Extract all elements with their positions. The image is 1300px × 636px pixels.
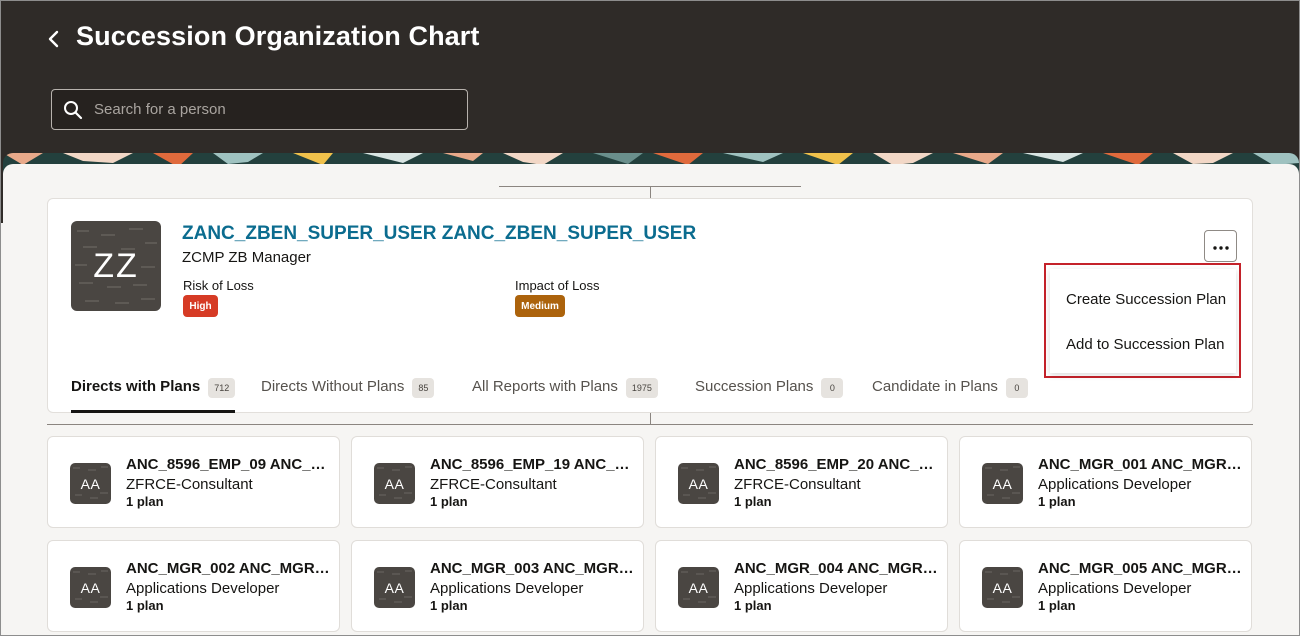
tab-directs-with-plans[interactable]: Directs with Plans 712 bbox=[71, 369, 236, 413]
tab-label: All Reports with Plans bbox=[472, 378, 618, 395]
report-plan-count: 1 plan bbox=[430, 494, 468, 509]
report-card[interactable]: AA ANC_8596_EMP_19 ANC_8596_EMP_19 ZFRCE-C… bbox=[351, 436, 644, 528]
report-plan-count: 1 plan bbox=[734, 494, 772, 509]
avatar-initials: ZZ bbox=[93, 246, 139, 285]
tab-count-badge: 712 bbox=[208, 378, 236, 398]
report-card[interactable]: AA ANC_MGR_005 ANC_MGR_005 Applications De… bbox=[959, 540, 1252, 632]
tab-count-badge: 0 bbox=[1005, 378, 1028, 398]
report-card[interactable]: AA ANC_MGR_001 ANC_MGR_001 Applications De… bbox=[959, 436, 1252, 528]
report-plan-count: 1 plan bbox=[430, 598, 468, 613]
tab-count-badge: 85 bbox=[412, 378, 435, 398]
report-plan-count: 1 plan bbox=[126, 598, 164, 613]
org-connector bbox=[650, 413, 651, 424]
report-card[interactable]: AA ANC_MGR_004 ANC_MGR_004 Applications De… bbox=[655, 540, 948, 632]
tab-candidate-in-plans[interactable]: Candidate in Plans 0 bbox=[872, 369, 1028, 413]
risk-of-loss-label: Risk of Loss bbox=[183, 278, 254, 293]
tab-count-badge: 0 bbox=[821, 378, 844, 398]
report-job-title: ZFRCE-Consultant bbox=[734, 476, 861, 493]
avatar-initials: AA bbox=[992, 475, 1013, 492]
report-card[interactable]: AA ANC_8596_EMP_20 ANC_8596_EMP_20 ZFRCE-C… bbox=[655, 436, 948, 528]
report-job-title: Applications Developer bbox=[1038, 580, 1192, 597]
report-job-title: Applications Developer bbox=[430, 580, 584, 597]
risk-of-loss-badge: High bbox=[183, 295, 218, 317]
avatar-initials: AA bbox=[992, 579, 1013, 596]
actions-menu-panel: Create Succession Plan Add to Succession… bbox=[1050, 269, 1236, 373]
tab-label: Candidate in Plans bbox=[872, 378, 998, 395]
report-name: ANC_MGR_004 ANC_MGR_004 bbox=[734, 560, 939, 577]
avatar: AA bbox=[70, 567, 111, 608]
report-plan-count: 1 plan bbox=[1038, 598, 1076, 613]
more-actions-button[interactable] bbox=[1204, 230, 1237, 262]
avatar: AA bbox=[70, 463, 111, 504]
search-input[interactable] bbox=[83, 90, 467, 129]
report-name: ANC_MGR_003 ANC_MGR_003 bbox=[430, 560, 635, 577]
avatar: AA bbox=[374, 567, 415, 608]
avatar-initials: AA bbox=[80, 579, 101, 596]
avatar: AA bbox=[982, 463, 1023, 504]
menu-item-add-to-succession-plan[interactable]: Add to Succession Plan bbox=[1050, 324, 1236, 364]
avatar-initials: AA bbox=[688, 579, 709, 596]
avatar: AA bbox=[982, 567, 1023, 608]
report-job-title: Applications Developer bbox=[126, 580, 280, 597]
chevron-left-icon[interactable] bbox=[43, 28, 65, 50]
tab-directs-without-plans[interactable]: Directs Without Plans 85 bbox=[261, 369, 435, 413]
report-name: ANC_MGR_001 ANC_MGR_001 bbox=[1038, 456, 1243, 473]
person-job-title: ZCMP ZB Manager bbox=[182, 249, 311, 266]
impact-of-loss-label: Impact of Loss bbox=[515, 278, 600, 293]
search-icon bbox=[63, 100, 83, 120]
tab-label: Directs Without Plans bbox=[261, 378, 405, 395]
tab-label: Succession Plans bbox=[695, 378, 814, 395]
avatar: AA bbox=[678, 567, 719, 608]
report-card[interactable]: AA ANC_8596_EMP_09 ANC_8596_EMP_09 ZFRCE-C… bbox=[47, 436, 340, 528]
person-name-link[interactable]: ZANC_ZBEN_SUPER_USER ZANC_ZBEN_SUPER_USE… bbox=[182, 223, 696, 245]
avatar-initials: AA bbox=[80, 475, 101, 492]
more-horizontal-icon bbox=[1212, 237, 1229, 255]
report-name: ANC_8596_EMP_09 ANC_8596_EMP_09 bbox=[126, 456, 331, 473]
avatar-initials: AA bbox=[688, 475, 709, 492]
avatar: AA bbox=[678, 463, 719, 504]
org-connector bbox=[47, 424, 1253, 425]
tab-succession-plans[interactable]: Succession Plans 0 bbox=[695, 369, 844, 413]
report-plan-count: 1 plan bbox=[1038, 494, 1076, 509]
tab-all-reports-with-plans[interactable]: All Reports with Plans 1975 bbox=[472, 369, 658, 413]
report-plan-count: 1 plan bbox=[734, 598, 772, 613]
actions-menu: Create Succession Plan Add to Succession… bbox=[1044, 263, 1241, 378]
report-job-title: ZFRCE-Consultant bbox=[126, 476, 253, 493]
report-name: ANC_8596_EMP_20 ANC_8596_EMP_20 bbox=[734, 456, 939, 473]
report-job-title: Applications Developer bbox=[734, 580, 888, 597]
tab-label: Directs with Plans bbox=[71, 378, 201, 395]
org-connector bbox=[650, 186, 651, 198]
avatar-initials: AA bbox=[384, 579, 405, 596]
report-card[interactable]: AA ANC_MGR_003 ANC_MGR_003 Applications De… bbox=[351, 540, 644, 632]
impact-of-loss-badge: Medium bbox=[515, 295, 565, 317]
page-title: Succession Organization Chart bbox=[76, 21, 480, 51]
tab-count-badge: 1975 bbox=[625, 378, 658, 398]
report-job-title: Applications Developer bbox=[1038, 476, 1192, 493]
report-card[interactable]: AA ANC_MGR_002 ANC_MGR_002 Applications De… bbox=[47, 540, 340, 632]
avatar: ZZ bbox=[71, 221, 161, 311]
report-name: ANC_MGR_002 ANC_MGR_002 bbox=[126, 560, 331, 577]
report-job-title: ZFRCE-Consultant bbox=[430, 476, 557, 493]
app-frame: Succession Organization Chart Search for… bbox=[0, 0, 1300, 636]
search-box[interactable] bbox=[51, 89, 468, 130]
report-name: ANC_8596_EMP_19 ANC_8596_EMP_19 bbox=[430, 456, 635, 473]
report-plan-count: 1 plan bbox=[126, 494, 164, 509]
menu-item-create-succession-plan[interactable]: Create Succession Plan bbox=[1050, 279, 1236, 319]
report-name: ANC_MGR_005 ANC_MGR_005 bbox=[1038, 560, 1243, 577]
avatar-initials: AA bbox=[384, 475, 405, 492]
avatar: AA bbox=[374, 463, 415, 504]
